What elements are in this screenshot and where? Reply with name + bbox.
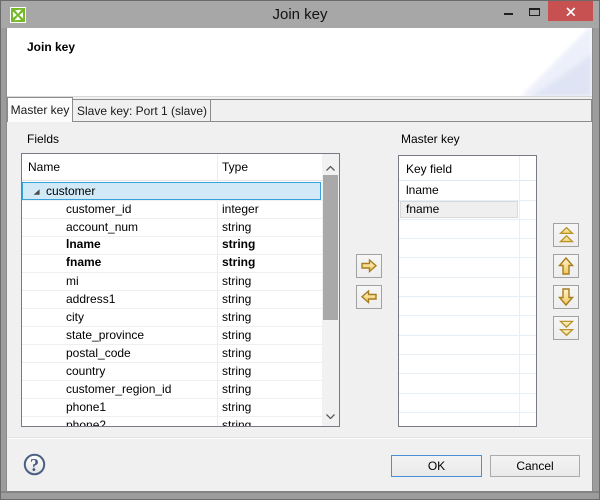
svg-text:?: ? <box>30 455 39 475</box>
